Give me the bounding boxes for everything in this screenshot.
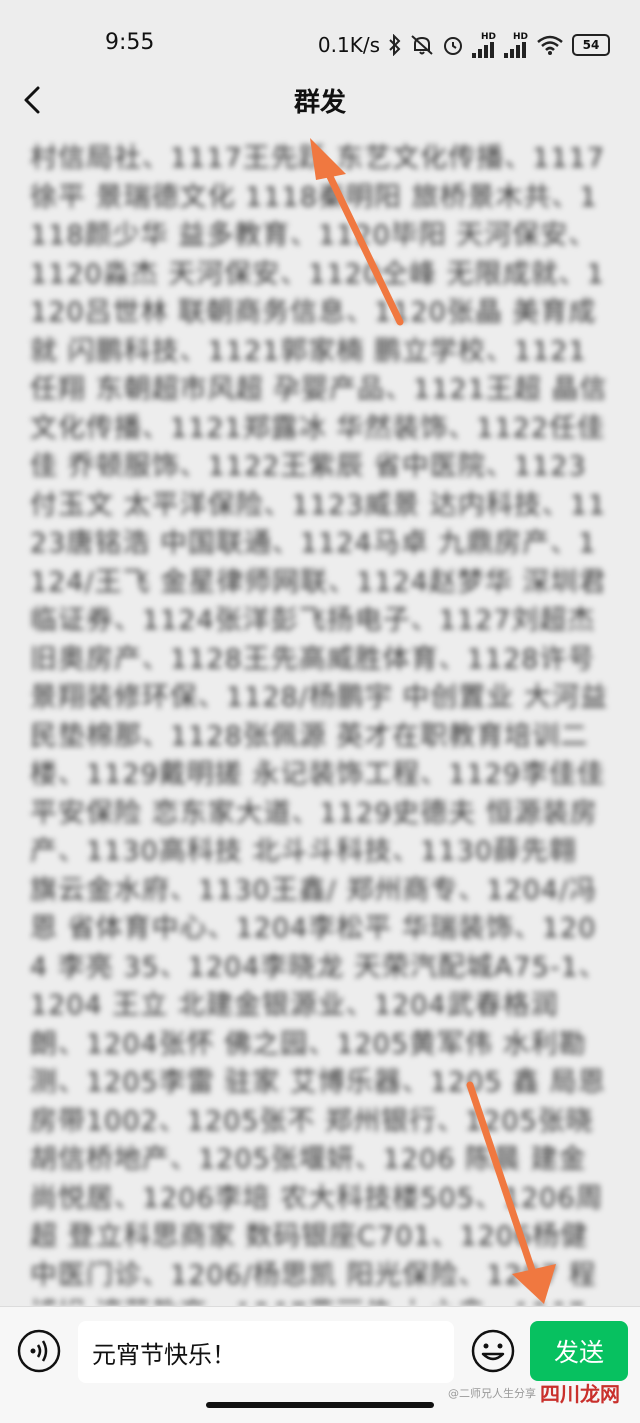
mute-icon bbox=[411, 35, 433, 55]
status-icons: 0.1K/s HD HD 54 bbox=[318, 30, 610, 60]
watermark-main: 四川龙网 bbox=[540, 1382, 620, 1406]
emoji-icon[interactable] bbox=[470, 1328, 516, 1374]
status-time: 9:55 bbox=[105, 30, 155, 55]
bluetooth-icon bbox=[389, 34, 401, 56]
home-indicator[interactable] bbox=[206, 1402, 434, 1408]
alarm-icon bbox=[444, 37, 462, 55]
wifi-icon bbox=[537, 35, 563, 55]
hd-label: HD bbox=[480, 31, 496, 42]
page-title: 群发 bbox=[293, 88, 346, 118]
watermark-sub: @二师兄人生分享 bbox=[448, 1386, 536, 1400]
net-speed: 0.1K/s bbox=[317, 33, 380, 57]
send-button[interactable]: 发送 bbox=[530, 1321, 628, 1381]
message-recipient-list: 村信局社、1117王先跃 东艺文化传播、1117徐平 景瑞德文化 1118秦明阳… bbox=[30, 143, 608, 1305]
nav-bar: 群发 bbox=[0, 60, 640, 140]
voice-icon[interactable] bbox=[16, 1328, 62, 1374]
hd-label: HD bbox=[512, 31, 528, 42]
watermark: @二师兄人生分享 四川龙网 bbox=[448, 1378, 620, 1407]
signal-icon: HD bbox=[472, 31, 496, 58]
battery-icon: 54 bbox=[572, 34, 610, 56]
message-input[interactable] bbox=[78, 1321, 454, 1383]
signal-icon: HD bbox=[504, 31, 528, 58]
